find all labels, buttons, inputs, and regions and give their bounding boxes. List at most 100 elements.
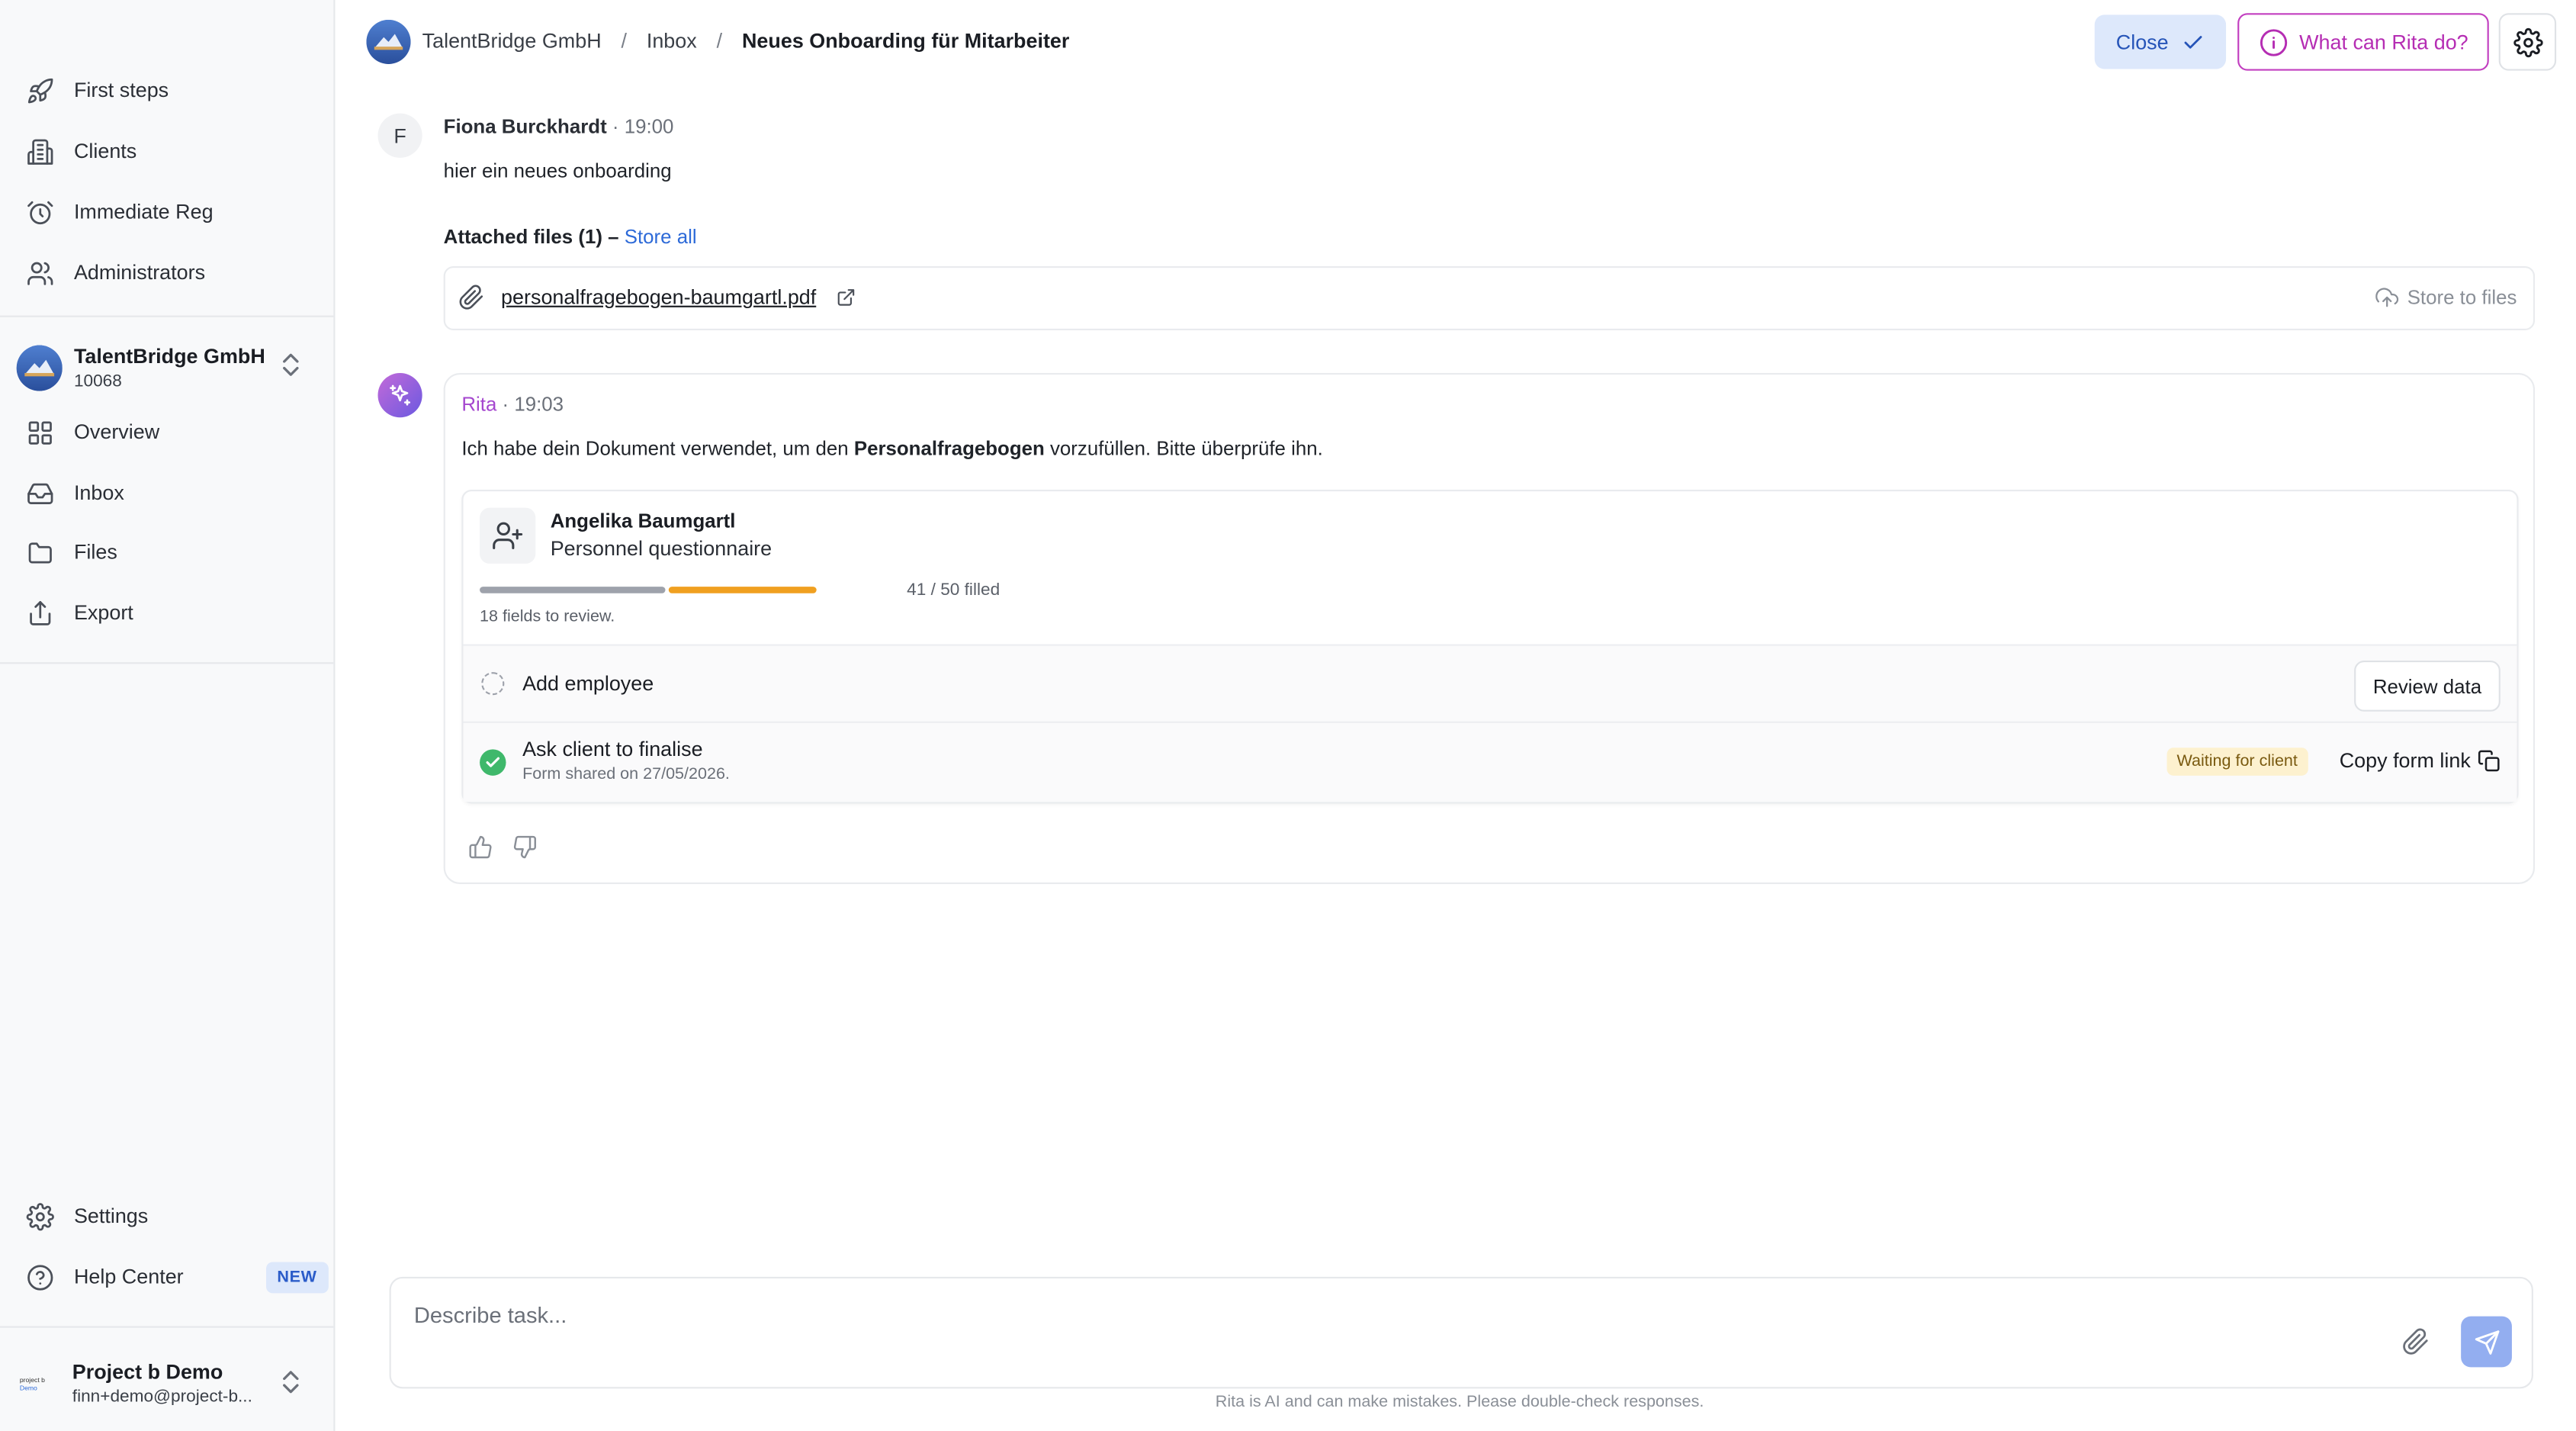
sidebar-divider (0, 1326, 334, 1328)
check-icon (2182, 31, 2205, 53)
sparkles-icon (387, 383, 412, 407)
sidebar-item-label: Export (73, 601, 133, 625)
org-switcher[interactable]: TalentBridge GmbH 10068 (16, 342, 313, 394)
user-email: finn+demo@project-b... (72, 1387, 252, 1407)
sidebar-item-label: Administrators (73, 261, 206, 285)
org-name: TalentBridge GmbH (73, 345, 265, 368)
sidebar-item-help-center[interactable]: Help Center NEW (26, 1257, 329, 1297)
folder-icon (26, 539, 54, 567)
sidebar-item-label: Help Center (73, 1265, 184, 1288)
rita-button-label: What can Rita do? (2299, 30, 2468, 54)
alarm-icon (26, 198, 54, 227)
breadcrumb-org[interactable]: TalentBridge GmbH (422, 30, 602, 53)
sidebar-divider (0, 315, 334, 317)
sidebar-item-label: Files (73, 540, 117, 564)
step-title: Add employee (522, 672, 654, 696)
message-text: Ich habe dein Dokument verwendet, um den… (461, 437, 1323, 461)
message-text: hier ein neues onboarding (443, 159, 672, 183)
thumbs-down-icon[interactable] (512, 834, 537, 859)
close-button[interactable]: Close (2094, 14, 2227, 69)
sidebar-item-immediate-reg[interactable]: Immediate Reg (26, 192, 214, 232)
help-circle-icon (26, 1263, 54, 1291)
step-ask-client: Ask client to finalise Form shared on 27… (463, 721, 2517, 802)
user-plus-icon (480, 507, 536, 564)
org-logo (16, 345, 63, 391)
breadcrumb-inbox[interactable]: Inbox (647, 30, 697, 53)
chevron-up-down-icon (279, 1369, 302, 1395)
store-to-files-button[interactable]: Store to files (2375, 286, 2517, 309)
sidebar-item-first-steps[interactable]: First steps (26, 71, 169, 111)
sidebar-divider (0, 662, 334, 664)
status-badge: Waiting for client (2166, 748, 2308, 776)
external-link-icon[interactable] (837, 288, 856, 307)
form-name: Personnel questionnaire (550, 537, 772, 561)
message-author: Fiona Burckhardt (443, 114, 607, 138)
sidebar-item-inbox[interactable]: Inbox (26, 473, 124, 513)
sender-avatar: F (377, 113, 422, 158)
building-icon (26, 137, 54, 166)
workspace-logo: project b Demo (19, 1375, 45, 1392)
send-button[interactable] (2461, 1316, 2512, 1368)
cloud-upload-icon (2375, 286, 2399, 309)
inbox-icon (26, 479, 54, 507)
sidebar-item-settings[interactable]: Settings (26, 1196, 148, 1236)
org-id: 10068 (73, 371, 122, 391)
message-time: 19:00 (624, 114, 674, 138)
review-note: 18 fields to review. (480, 608, 615, 626)
ai-disclaimer: Rita is AI and can make mistakes. Please… (1215, 1393, 1704, 1412)
sidebar-item-files[interactable]: Files (26, 532, 117, 572)
new-badge: NEW (265, 1261, 329, 1293)
breadcrumb: TalentBridge GmbH / Inbox / Neues Onboar… (366, 18, 1070, 63)
check-circle-icon (480, 749, 506, 776)
rita-avatar (377, 373, 422, 418)
pending-circle-icon (481, 672, 505, 696)
user-switcher[interactable]: project b Demo Project b Demo finn+demo@… (20, 1357, 316, 1410)
sidebar-item-overview[interactable]: Overview (26, 413, 159, 452)
settings-button[interactable] (2498, 13, 2557, 71)
store-all-link[interactable]: Store all (625, 225, 697, 248)
sidebar-item-clients[interactable]: Clients (26, 131, 137, 171)
sidebar-item-administrators[interactable]: Administrators (26, 253, 205, 293)
users-icon (26, 259, 54, 287)
review-data-button[interactable]: Review data (2354, 661, 2501, 712)
step-title: Ask client to finalise (522, 738, 703, 761)
employee-name: Angelika Baumgartl (550, 509, 736, 532)
message-header: Fiona Burckhardt · 19:00 (443, 114, 674, 138)
message-author: Rita (461, 392, 497, 416)
grid-icon (26, 418, 54, 446)
form-card: Angelika Baumgartl Personnel questionnai… (461, 489, 2519, 804)
sidebar-item-export[interactable]: Export (26, 593, 133, 633)
send-icon (2473, 1329, 2499, 1355)
export-icon (26, 599, 54, 627)
info-icon (2258, 27, 2288, 57)
describe-task-input[interactable] (410, 1301, 2356, 1330)
sidebar-item-label: Inbox (73, 481, 124, 505)
copy-icon (2477, 749, 2500, 772)
sidebar-item-label: Clients (73, 140, 137, 163)
rocket-icon (26, 76, 54, 105)
step-add-employee: Add employee Review data (463, 644, 2517, 723)
sidebar-item-label: First steps (73, 79, 169, 102)
progress-bar-review (668, 587, 817, 593)
progress-label: 41 / 50 filled (907, 580, 1001, 600)
user-name: Project b Demo (72, 1360, 223, 1384)
breadcrumb-separator: / (621, 29, 628, 53)
sidebar: First steps Clients Immediate Reg Admini… (0, 0, 336, 1431)
task-composer (389, 1276, 2533, 1389)
attachment-link[interactable]: personalfragebogen-baumgartl.pdf (501, 286, 816, 309)
thumbs-up-icon[interactable] (468, 834, 493, 859)
attached-files-label: Attached files (1) – Store all (443, 225, 697, 249)
breadcrumb-current: Neues Onboarding für Mitarbeiter (741, 29, 1070, 53)
message-time: 19:03 (514, 392, 564, 416)
rita-message: Rita · 19:03 Ich habe dein Dokument verw… (443, 373, 2536, 885)
copy-form-link-button[interactable]: Copy form link (2340, 749, 2501, 773)
breadcrumb-separator: / (716, 29, 723, 53)
chevron-up-down-icon (279, 352, 302, 378)
sidebar-item-label: Immediate Reg (73, 200, 214, 223)
what-can-rita-do-button[interactable]: What can Rita do? (2237, 13, 2489, 71)
close-button-label: Close (2115, 30, 2169, 54)
progress-bar-filled (480, 587, 666, 593)
sidebar-item-label: Overview (73, 420, 160, 444)
paperclip-icon[interactable] (2402, 1328, 2430, 1356)
org-logo-small (366, 18, 411, 63)
